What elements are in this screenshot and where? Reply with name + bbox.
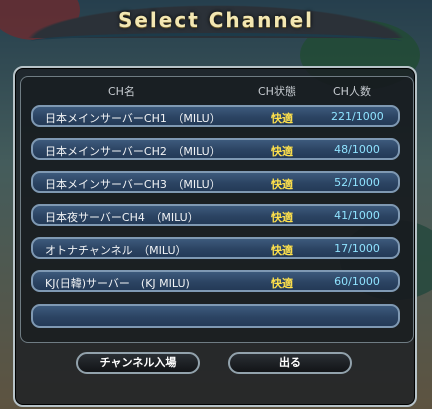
channel-row-2[interactable]: 日本メインサーバーCH2 （MILU） 快適 48/1000 [31, 138, 400, 160]
channel-state: 快適 [271, 211, 293, 224]
title-arc-decoration [30, 33, 402, 50]
channel-name: 日本夜サーバーCH4 （MILU） [45, 211, 199, 224]
channel-count: 60/1000 [334, 275, 380, 288]
channel-count: 48/1000 [334, 143, 380, 156]
channel-count: 41/1000 [334, 209, 380, 222]
channel-name: KJ(日韓)サーバー (KJ MILU) [45, 277, 190, 290]
channel-row-4[interactable]: 日本夜サーバーCH4 （MILU） 快適 41/1000 [31, 204, 400, 226]
channel-row-6[interactable]: KJ(日韓)サーバー (KJ MILU) 快適 60/1000 [31, 270, 400, 292]
channel-name: オトナチャンネル （MILU） [45, 244, 187, 257]
header-channel-name: CH名 [108, 85, 135, 98]
channel-count: 221/1000 [331, 110, 384, 123]
channel-row-1[interactable]: 日本メインサーバーCH1 （MILU） 快適 221/1000 [31, 105, 400, 127]
header-channel-state: CH状態 [258, 85, 296, 98]
channel-state: 快適 [271, 178, 293, 191]
enter-channel-button[interactable]: チャンネル入場 [76, 352, 200, 374]
channel-name: 日本メインサーバーCH3 （MILU） [45, 178, 221, 191]
channel-name: 日本メインサーバーCH1 （MILU） [45, 112, 221, 125]
channel-state: 快適 [271, 145, 293, 158]
exit-button[interactable]: 出る [228, 352, 352, 374]
channel-count: 17/1000 [334, 242, 380, 255]
channel-row-5[interactable]: オトナチャンネル （MILU） 快適 17/1000 [31, 237, 400, 259]
channel-state: 快適 [271, 277, 293, 290]
channel-count: 52/1000 [334, 176, 380, 189]
window-title: Select Channel [117, 8, 315, 32]
channel-state: 快適 [271, 244, 293, 257]
channel-row-empty[interactable] [31, 304, 400, 328]
channel-name: 日本メインサーバーCH2 （MILU） [45, 145, 221, 158]
header-channel-count: CH人数 [333, 85, 371, 98]
channel-state: 快適 [271, 112, 293, 125]
channel-row-3[interactable]: 日本メインサーバーCH3 （MILU） 快適 52/1000 [31, 171, 400, 193]
